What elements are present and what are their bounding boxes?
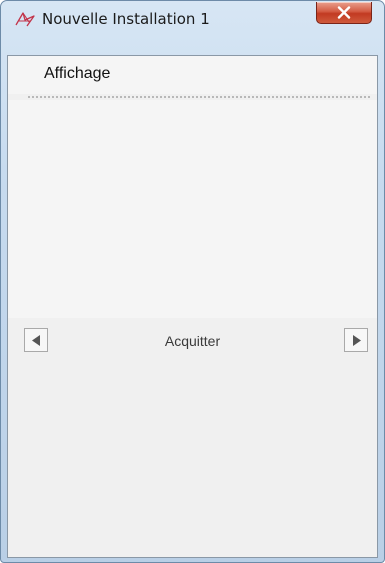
acquitter-label[interactable]: Acquitter bbox=[8, 333, 377, 349]
content-area bbox=[8, 100, 377, 318]
right-arrow-icon bbox=[353, 335, 361, 346]
application-window: Nouvelle Installation 1 Affichage Acquit… bbox=[0, 0, 385, 563]
app-icon bbox=[15, 11, 35, 27]
menu-separator bbox=[28, 96, 370, 98]
close-button[interactable] bbox=[316, 2, 372, 24]
window-title: Nouvelle Installation 1 bbox=[42, 10, 210, 28]
lower-panel bbox=[8, 358, 377, 557]
close-icon bbox=[337, 6, 351, 19]
next-button[interactable] bbox=[344, 328, 368, 352]
menu-affichage[interactable]: Affichage bbox=[44, 65, 110, 83]
navigation-bar: Acquitter bbox=[8, 318, 377, 358]
menu-bar: Affichage bbox=[8, 56, 377, 94]
client-area: Affichage Acquitter bbox=[7, 55, 378, 558]
title-bar[interactable]: Nouvelle Installation 1 bbox=[1, 1, 384, 35]
